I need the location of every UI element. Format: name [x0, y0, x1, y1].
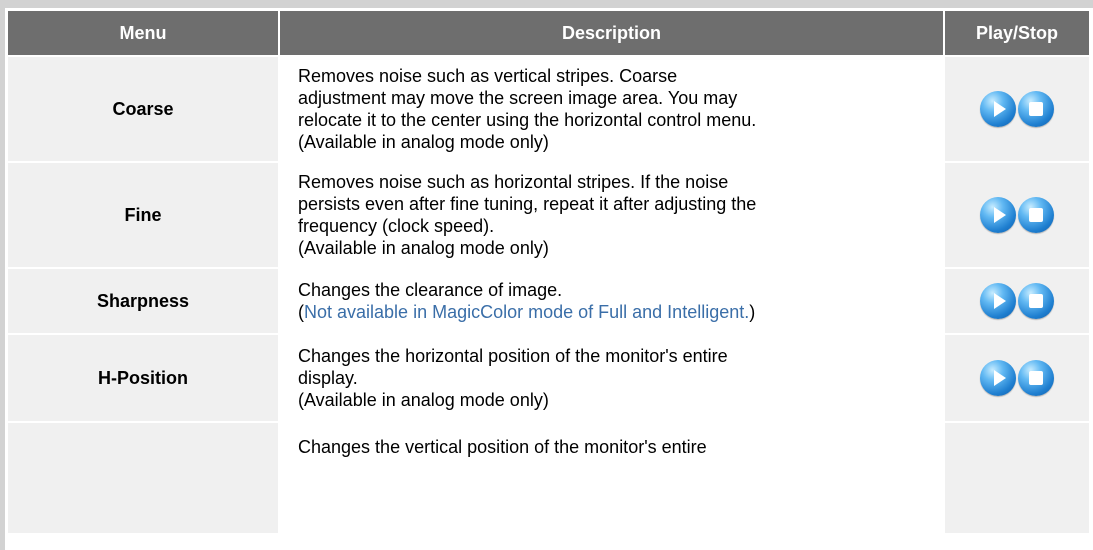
note-paren-close: ) — [749, 302, 756, 322]
play-icon — [994, 207, 1006, 223]
play-icon — [994, 293, 1006, 309]
description-line: Changes the clearance of image. — [298, 280, 563, 300]
table-row-v-position: Changes the vertical position of the mon… — [8, 423, 1089, 533]
description-cell-coarse: Removes noise such as vertical stripes. … — [280, 57, 943, 161]
header-row: Menu Description Play/Stop — [8, 11, 1089, 55]
menu-cell-fine: Fine — [8, 163, 278, 267]
description-cell-sharpness: Changes the clearance of image. (Not ava… — [280, 269, 943, 333]
table-row-h-position: H-Position Changes the horizontal positi… — [8, 335, 1089, 421]
menu-table: Menu Description Play/Stop Coarse Remove… — [6, 9, 1091, 535]
description-line: frequency (clock speed). — [298, 216, 495, 236]
description-line: Removes noise such as vertical stripes. … — [298, 66, 678, 86]
description-line: (Available in analog mode only) — [298, 238, 549, 258]
play-button[interactable] — [980, 197, 1016, 233]
table-row-sharpness: Sharpness Changes the clearance of image… — [8, 269, 1089, 333]
stop-button[interactable] — [1018, 197, 1054, 233]
description-line: relocate it to the center using the hori… — [298, 110, 757, 130]
page-frame: Menu Description Play/Stop Coarse Remove… — [0, 0, 1093, 550]
play-icon — [994, 370, 1006, 386]
stop-button[interactable] — [1018, 360, 1054, 396]
description-line: adjustment may move the screen image are… — [298, 88, 738, 108]
header-play-stop: Play/Stop — [945, 11, 1089, 55]
availability-note: Not available in MagicColor mode of Full… — [304, 302, 750, 322]
menu-cell-coarse: Coarse — [8, 57, 278, 161]
description-line: display. — [298, 368, 358, 388]
menu-cell-v-position — [8, 423, 278, 533]
play-stop-cell-h-position — [945, 335, 1089, 421]
play-button[interactable] — [980, 360, 1016, 396]
stop-icon — [1029, 102, 1043, 116]
table-row-coarse: Coarse Removes noise such as vertical st… — [8, 57, 1089, 161]
description-note-line: (Not available in MagicColor mode of Ful… — [298, 301, 925, 323]
stop-button[interactable] — [1018, 283, 1054, 319]
play-stop-cell-sharpness — [945, 269, 1089, 333]
description-line: Removes noise such as horizontal stripes… — [298, 172, 729, 192]
description-line: (Available in analog mode only) — [298, 132, 549, 152]
menu-cell-sharpness: Sharpness — [8, 269, 278, 333]
menu-cell-h-position: H-Position — [8, 335, 278, 421]
stop-icon — [1029, 208, 1043, 222]
play-stop-cell-fine — [945, 163, 1089, 267]
play-button[interactable] — [980, 283, 1016, 319]
header-description: Description — [280, 11, 943, 55]
description-cell-v-position: Changes the vertical position of the mon… — [280, 423, 943, 533]
table-row-fine: Fine Removes noise such as horizontal st… — [8, 163, 1089, 267]
stop-icon — [1029, 294, 1043, 308]
play-icon — [994, 101, 1006, 117]
description-cell-h-position: Changes the horizontal position of the m… — [280, 335, 943, 421]
stop-button[interactable] — [1018, 91, 1054, 127]
description-line: persists even after fine tuning, repeat … — [298, 194, 757, 214]
description-cell-fine: Removes noise such as horizontal stripes… — [280, 163, 943, 267]
play-stop-cell-coarse — [945, 57, 1089, 161]
stop-icon — [1029, 371, 1043, 385]
play-button[interactable] — [980, 91, 1016, 127]
description-line: (Available in analog mode only) — [298, 390, 549, 410]
description-line: Changes the horizontal position of the m… — [298, 346, 728, 366]
description-line: Changes the vertical position of the mon… — [298, 437, 707, 457]
play-stop-cell-v-position — [945, 423, 1089, 533]
header-menu: Menu — [8, 11, 278, 55]
